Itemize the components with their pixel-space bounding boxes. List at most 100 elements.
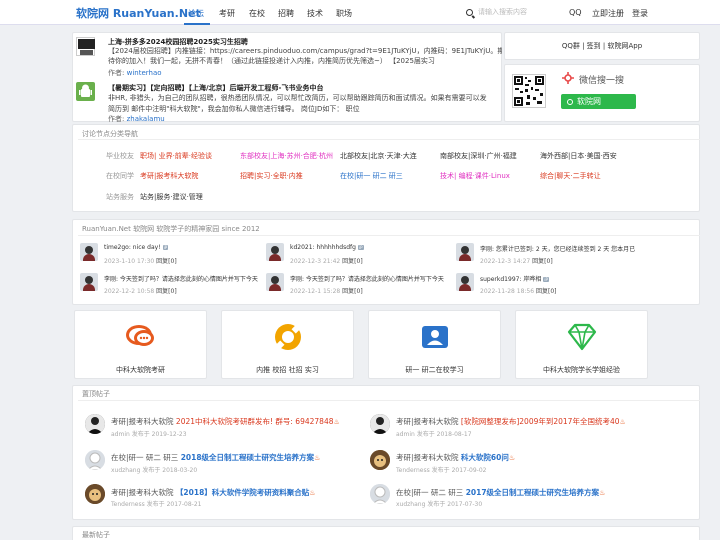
author-avatar[interactable] xyxy=(370,414,390,434)
nav-zhichang[interactable]: 职场 xyxy=(336,8,352,19)
shout-meta: 2022-12-3 21:42 回复[0] xyxy=(290,256,363,265)
nav-kaoyan[interactable]: 考研 xyxy=(219,8,235,19)
category-zhanwu[interactable]: 站务|服务·建议·管理 xyxy=(140,192,203,202)
card-zaixiao[interactable]: 研一 研二在校学习 xyxy=(368,310,501,379)
post-category[interactable]: 考研|报考科大软院 xyxy=(396,453,459,462)
news-thumbnail-2[interactable] xyxy=(76,82,95,101)
hot-icon: ♨ xyxy=(619,418,626,426)
shout-meta: 2022-11-28 18:56 回复[0] xyxy=(480,286,557,295)
wechat-search-label: 微信搜一搜 xyxy=(579,76,625,86)
search-box[interactable]: 请输入搜索内容 xyxy=(466,7,556,19)
site-logo[interactable]: 软院网 RuanYuan.Net xyxy=(76,5,201,21)
shout-text: 李刚: 今天签到了吗？请选择您此刻的心情图片并写下今天 xyxy=(290,276,444,283)
category-east-alumni[interactable]: 东部校友|上海·苏州·合肥·杭州 xyxy=(240,151,333,161)
reply-link[interactable]: 回复[0] xyxy=(342,258,363,265)
nav-active-indicator xyxy=(184,23,210,25)
category-label-alumni: 毕业校友 xyxy=(106,152,134,160)
nav-jishu[interactable]: 技术 xyxy=(307,8,323,19)
post-title[interactable]: 【2018】科大软件学院考研资料聚合贴 xyxy=(176,488,309,497)
category-overseas-alumni[interactable]: 海外西部|日本·美国·西安 xyxy=(540,151,617,161)
posted-label: 发布于 xyxy=(146,501,165,508)
category-kaoyan[interactable]: 考研|报考科大软院 xyxy=(140,171,198,181)
author-avatar[interactable] xyxy=(370,450,390,470)
news-line-1a: 【2024届校园招聘】内推链接：https://careers.pinduodu… xyxy=(108,47,502,55)
author-avatar[interactable] xyxy=(85,450,105,470)
category-south-alumni[interactable]: 南部校友|深圳·广州·福建 xyxy=(440,151,517,161)
author-label: 作者: xyxy=(108,115,125,123)
category-jishu[interactable]: 技术| 编程·课件·Linux xyxy=(440,171,510,181)
news-thumbnail-1[interactable] xyxy=(76,37,95,56)
hot-icon: ♨ xyxy=(508,454,516,462)
author-link[interactable]: winterhao xyxy=(127,69,162,77)
category-zhaopin[interactable]: 招聘|实习·全职·内推 xyxy=(240,171,303,181)
pinned-post-title[interactable]: 在校|研一 研二 研三 2017级全日制工程硕士研究生培养方案♨ xyxy=(396,487,605,498)
post-author[interactable]: admin xyxy=(396,431,415,438)
card-label: 中科大软院学长学姐经验 xyxy=(543,366,620,374)
post-author[interactable]: xudzhang xyxy=(396,501,425,508)
card-jingyan[interactable]: 中科大软院学长学姐经验 xyxy=(515,310,648,379)
card-kaoyan[interactable]: 中科大软院考研 xyxy=(74,310,207,379)
category-zonghe[interactable]: 综合|聊天·二手转让 xyxy=(540,171,601,181)
posted-label: 发布于 xyxy=(431,467,450,474)
shout-text: kd2021: hhhhhhdsdfg xyxy=(290,244,356,251)
post-author[interactable]: Tenderness xyxy=(396,467,430,474)
search-icon[interactable] xyxy=(466,8,473,16)
post-title[interactable]: 科大软院60问 xyxy=(461,453,509,462)
category-zhichang[interactable]: 职场| 业界·前辈·经验谈 xyxy=(140,151,212,161)
reply-link[interactable]: 回复[0] xyxy=(156,288,177,295)
pinned-post-title[interactable]: 考研|报考科大软院 [软院网整理发布]2009年到2017年全国统考40♨ xyxy=(396,416,626,427)
card-zhaopin[interactable]: 内推 校招 社招 实习 xyxy=(221,310,354,379)
search-input[interactable]: 请输入搜索内容 xyxy=(478,8,527,16)
post-author[interactable]: admin xyxy=(111,431,130,438)
post-meta: admin 发布于 2019-12-23 xyxy=(111,429,187,438)
nav-zhaopin[interactable]: 招聘 xyxy=(278,8,294,19)
post-category[interactable]: 在校|研一 研二 研三 xyxy=(111,453,178,462)
reply-link[interactable]: 回复[0] xyxy=(342,288,363,295)
reply-link[interactable]: 回复[0] xyxy=(156,258,177,265)
post-category[interactable]: 考研|报考科大软院 xyxy=(396,417,459,426)
qq-login-link[interactable]: QQ xyxy=(569,8,582,17)
post-title[interactable]: 2021中科大软院考研群发布! 群号: 69427848 xyxy=(176,417,334,426)
avatar[interactable] xyxy=(456,243,474,261)
shout-time: 2023-1-10 17:30 xyxy=(104,258,155,265)
pinned-post-title[interactable]: 考研|报考科大软院 2021中科大软院考研群发布! 群号: 69427848♨ xyxy=(111,416,340,427)
reply-link[interactable]: 回复[0] xyxy=(536,288,557,295)
avatar[interactable] xyxy=(266,273,284,291)
post-category[interactable]: 考研|报考科大软院 xyxy=(111,488,174,497)
avatar[interactable] xyxy=(456,273,474,291)
author-link[interactable]: zhakalamu xyxy=(127,115,165,123)
nav-forum[interactable]: 论坛 xyxy=(188,8,204,19)
post-category[interactable]: 考研|报考科大软院 xyxy=(111,417,174,426)
avatar[interactable] xyxy=(266,243,284,261)
category-north-alumni[interactable]: 北部校友|北京·天津·大连 xyxy=(340,151,417,161)
post-author[interactable]: Tenderness xyxy=(111,501,145,508)
author-avatar[interactable] xyxy=(85,414,105,434)
news-author-1: 作者: winterhao xyxy=(108,68,162,78)
shout-time: 2022-12-2 10:58 xyxy=(104,288,155,295)
wechat-account-button[interactable]: 软院网 xyxy=(561,94,636,109)
avatar[interactable] xyxy=(80,243,98,261)
login-link[interactable]: 登录 xyxy=(632,8,648,19)
post-title[interactable]: 2018级全日制工程硕士研究生培养方案 xyxy=(181,453,314,462)
post-meta: Tenderness 发布于 2017-09-02 xyxy=(396,465,486,474)
pinned-post-title[interactable]: 在校|研一 研二 研三 2018级全日制工程硕士研究生培养方案♨ xyxy=(111,452,320,463)
search-icon xyxy=(567,98,573,105)
post-title[interactable]: 2017级全日制工程硕士研究生培养方案 xyxy=(466,488,599,497)
ip-badge: iP xyxy=(162,245,169,250)
category-zaixiao[interactable]: 在校|研一 研二 研三 xyxy=(340,171,403,181)
post-author[interactable]: xudzhang xyxy=(111,467,140,474)
post-date: 2017-09-02 xyxy=(451,467,487,474)
author-avatar[interactable] xyxy=(85,484,105,504)
author-avatar[interactable] xyxy=(370,484,390,504)
pinned-post-title[interactable]: 考研|报考科大软院 【2018】科大软件学院考研资料聚合贴♨ xyxy=(111,487,316,498)
reply-link[interactable]: 回复[0] xyxy=(532,258,553,265)
pinned-post-title[interactable]: 考研|报考科大软院 科大软院60问♨ xyxy=(396,452,515,463)
news-title-2[interactable]: 【暑期实习】【定向招聘】【上海/北京】后端开发工程师-飞书业务中台 xyxy=(108,83,323,93)
avatar[interactable] xyxy=(80,273,98,291)
divider xyxy=(78,400,700,401)
post-title[interactable]: [软院网整理发布]2009年到2017年全国统考40 xyxy=(461,417,620,426)
register-link[interactable]: 立即注册 xyxy=(592,8,624,19)
nav-zaixiao[interactable]: 在校 xyxy=(249,8,265,19)
post-category[interactable]: 在校|研一 研二 研三 xyxy=(396,488,463,497)
quick-links[interactable]: QQ群 | 签到 | 软院网App xyxy=(504,41,700,51)
